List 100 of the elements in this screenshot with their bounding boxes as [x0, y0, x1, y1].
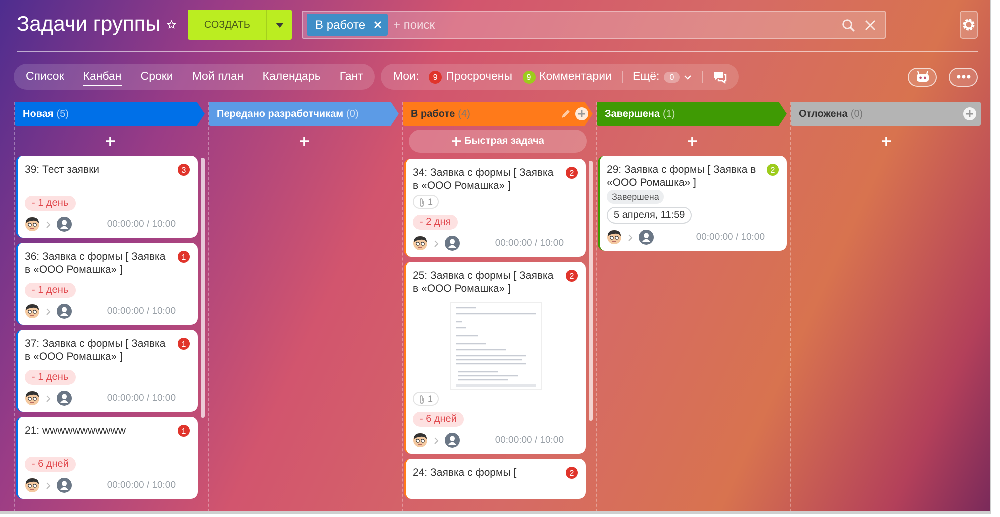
paperclip-icon: [419, 394, 425, 404]
user-icon[interactable]: [57, 217, 72, 232]
search-field[interactable]: В работе + поиск: [302, 11, 886, 39]
comment-count: 1: [178, 251, 190, 263]
avatar-icon[interactable]: [25, 217, 40, 232]
user-icon[interactable]: [445, 433, 460, 448]
column-title: Передано разработчикам: [217, 108, 344, 120]
task-title[interactable]: 25: Заявка с формы [ Заявка в «ООО Ромашка» ]: [413, 270, 560, 296]
column-count: (4): [458, 108, 470, 120]
add-task-icon[interactable]: [688, 137, 696, 146]
add-task-icon[interactable]: [882, 137, 890, 146]
chevron-icon: [46, 220, 51, 228]
task-title[interactable]: 39: Тест заявки: [25, 164, 100, 177]
time-tracker: 00:00:00 / 10:00: [107, 219, 177, 230]
task-title[interactable]: 29: Заявка с формы [ Заявка в «ООО Ромашка» ]: [607, 164, 761, 190]
time-tracker: 00:00:00 / 10:00: [107, 306, 177, 317]
counter-link[interactable]: 9 Просрочены: [429, 70, 513, 84]
avatar-icon[interactable]: [413, 433, 428, 448]
comment-count: 2: [566, 270, 578, 282]
plus-icon: [452, 137, 461, 146]
view-tab[interactable]: Сроки: [140, 69, 174, 85]
dropdown-button[interactable]: [266, 10, 292, 40]
task-title[interactable]: 37: Заявка с формы [ Заявка в «ООО Ромашка» ]: [25, 338, 172, 364]
deadline-tag: - 2 дня: [413, 215, 458, 230]
more-button[interactable]: [949, 68, 978, 86]
more-count: 0: [664, 72, 680, 82]
deadline-tag: - 6 дней: [25, 457, 76, 472]
scrollbar[interactable]: [201, 158, 205, 418]
attachment-count: 1: [428, 394, 434, 404]
add-column-icon[interactable]: [963, 107, 977, 121]
quick-task-label: Быстрая задача: [464, 136, 544, 147]
more-icon: [956, 75, 970, 79]
caret-icon: [276, 22, 284, 28]
avatar-icon[interactable]: [413, 236, 428, 251]
task-title[interactable]: 36: Заявка с формы [ Заявка в «ООО Ромашка» ]: [25, 251, 172, 277]
avatar-icon[interactable]: [607, 230, 622, 245]
create-button[interactable]: СОЗДАТЬ: [188, 10, 266, 40]
chat-icon[interactable]: [713, 70, 728, 84]
comment-count: 2: [566, 167, 578, 179]
time-tracker: 00:00:00 / 10:00: [107, 480, 177, 491]
column-title: Отложена: [799, 108, 848, 120]
time-tracker: 00:00:00 / 10:00: [495, 238, 565, 249]
comment-count: 1: [178, 338, 190, 350]
view-tab[interactable]: Календарь: [262, 69, 321, 85]
scrollbar[interactable]: [589, 161, 593, 421]
user-icon[interactable]: [57, 478, 72, 493]
task-card[interactable]: 24: Заявка с формы [ 2: [404, 459, 586, 499]
column-count: (0): [346, 108, 359, 120]
view-tab[interactable]: Список: [26, 69, 64, 85]
user-icon[interactable]: [639, 230, 654, 245]
add-task-icon[interactable]: [300, 137, 308, 146]
chevron-icon: [46, 394, 51, 402]
task-card[interactable]: 25: Заявка с формы [ Заявка в «ООО Ромашка» ] 2 1 - 6 дней 00:00:00 / 10:00: [404, 262, 586, 454]
chevron-icon: [46, 308, 51, 316]
view-tab[interactable]: Гант: [340, 69, 364, 85]
counter-badge: 9: [522, 70, 536, 84]
task-title[interactable]: 34: Заявка с формы [ Заявка в «ООО Ромашка» ]: [413, 167, 560, 193]
page-title: Задачи группы: [17, 13, 161, 37]
user-icon[interactable]: [57, 304, 72, 319]
robot-button[interactable]: [908, 68, 937, 86]
comment-count: 2: [566, 467, 578, 479]
chevron-icon: [684, 74, 692, 80]
avatar-icon[interactable]: [25, 304, 40, 319]
task-title[interactable]: 21: wwwwwwwwwww: [25, 425, 126, 438]
filter-tag[interactable]: В работе: [307, 14, 388, 36]
chevron-icon: [46, 482, 51, 490]
task-card[interactable]: 37: Заявка с формы [ Заявка в «ООО Ромашка» ] 1 - 1 день 00:00:00 / 10:00: [16, 330, 198, 412]
view-tab[interactable]: Канбан: [83, 68, 122, 86]
add-task-icon[interactable]: [106, 137, 114, 146]
task-title[interactable]: 24: Заявка с формы [: [413, 467, 517, 480]
comment-count: 2: [767, 164, 779, 176]
task-card[interactable]: 39: Тест заявки 3 - 1 день 00:00:00 / 10:00: [16, 156, 198, 238]
column-title: В работе: [411, 108, 456, 120]
task-card[interactable]: 36: Заявка с формы [ Заявка в «ООО Ромашка» ] 1 - 1 день 00:00:00 / 10:00: [16, 243, 198, 325]
time-tracker: 00:00:00 / 10:00: [495, 435, 565, 446]
robot-icon: [916, 71, 930, 83]
deadline-tag: - 6 дней: [413, 412, 464, 427]
time-tracker: 00:00:00 / 10:00: [107, 393, 177, 404]
chevron-icon: [434, 436, 439, 444]
column-count: (1): [663, 108, 676, 120]
settings-button[interactable]: [960, 11, 978, 39]
view-tab[interactable]: Мой план: [192, 69, 244, 85]
filter-tag-label: В работе: [315, 18, 366, 32]
status-tag: Завершена: [607, 190, 664, 204]
deadline-tag: - 1 день: [25, 196, 76, 211]
column-title: Новая: [23, 108, 54, 120]
user-icon[interactable]: [57, 391, 72, 406]
counter-label: Просрочены: [446, 71, 513, 83]
counter-badge: 9: [429, 70, 442, 84]
task-card[interactable]: 34: Заявка с формы [ Заявка в «ООО Ромашка» ] 2 1 - 2 дня 00:00:00 / 10:00: [404, 159, 586, 257]
counters-label: Мои:: [393, 71, 420, 83]
task-card[interactable]: 29: Заявка с формы [ Заявка в «ООО Ромашка» ] 2 Завершена 5 апреля, 11:59 00:00:00 / 10:00: [598, 156, 787, 251]
task-card[interactable]: 21: wwwwwwwwwww 1 - 6 дней 00:00:00 / 10:00: [16, 417, 198, 499]
avatar-icon[interactable]: [25, 478, 40, 493]
time-tracker: 00:00:00 / 10:00: [696, 232, 766, 243]
user-icon[interactable]: [445, 236, 460, 251]
add-column-icon[interactable]: [575, 107, 589, 121]
deadline-tag: - 1 день: [25, 370, 76, 385]
avatar-icon[interactable]: [25, 391, 40, 406]
close-icon[interactable]: [374, 21, 382, 29]
